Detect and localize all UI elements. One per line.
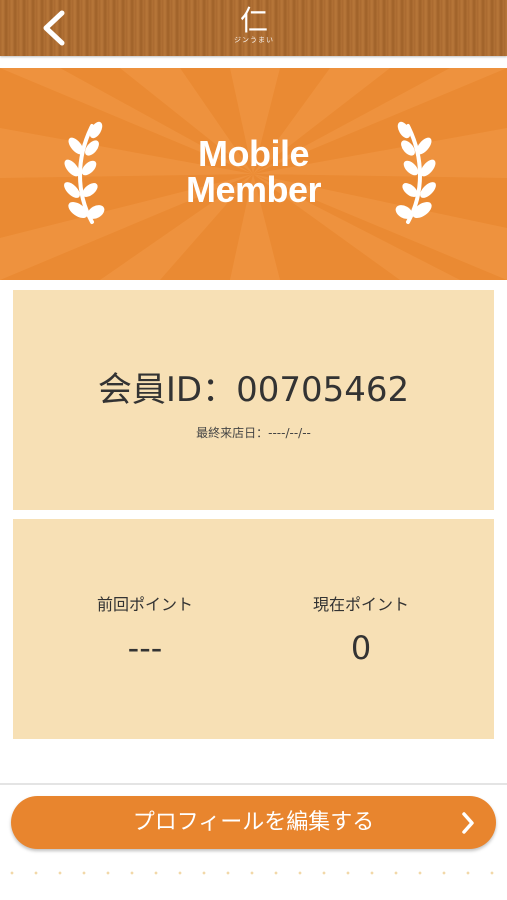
previous-points-label: 前回ポイント [96, 595, 193, 614]
edit-profile-label: プロフィールを編集する [132, 810, 375, 835]
points-card: 前回ポイント --- 現在ポイント 0 [13, 519, 494, 739]
last-visit-date: 最終来店日：----/--/-- [196, 426, 311, 440]
previous-points-value: --- [127, 629, 163, 667]
member-id-card: 会員ID：00705462 最終来店日：----/--/-- [13, 290, 494, 510]
chevron-right-icon [462, 812, 474, 834]
app-logo: 仁 ジンうまい [228, 6, 280, 50]
current-points-label: 現在ポイント [312, 595, 409, 614]
back-button[interactable] [34, 8, 74, 48]
laurel-right-icon [395, 121, 436, 224]
decorative-dots [0, 868, 507, 878]
logo-subtitle: ジンうまい [234, 36, 274, 44]
edit-profile-button[interactable]: プロフィールを編集する [11, 796, 496, 849]
member-id: 会員ID：00705462 [97, 370, 410, 410]
current-points-value: 0 [350, 629, 372, 667]
divider [0, 783, 507, 785]
chevron-left-icon [43, 10, 65, 46]
member-banner: Mobile Member [0, 68, 507, 280]
logo-mark: 仁 [239, 4, 268, 37]
top-bar: 仁 ジンうまい [0, 0, 507, 56]
